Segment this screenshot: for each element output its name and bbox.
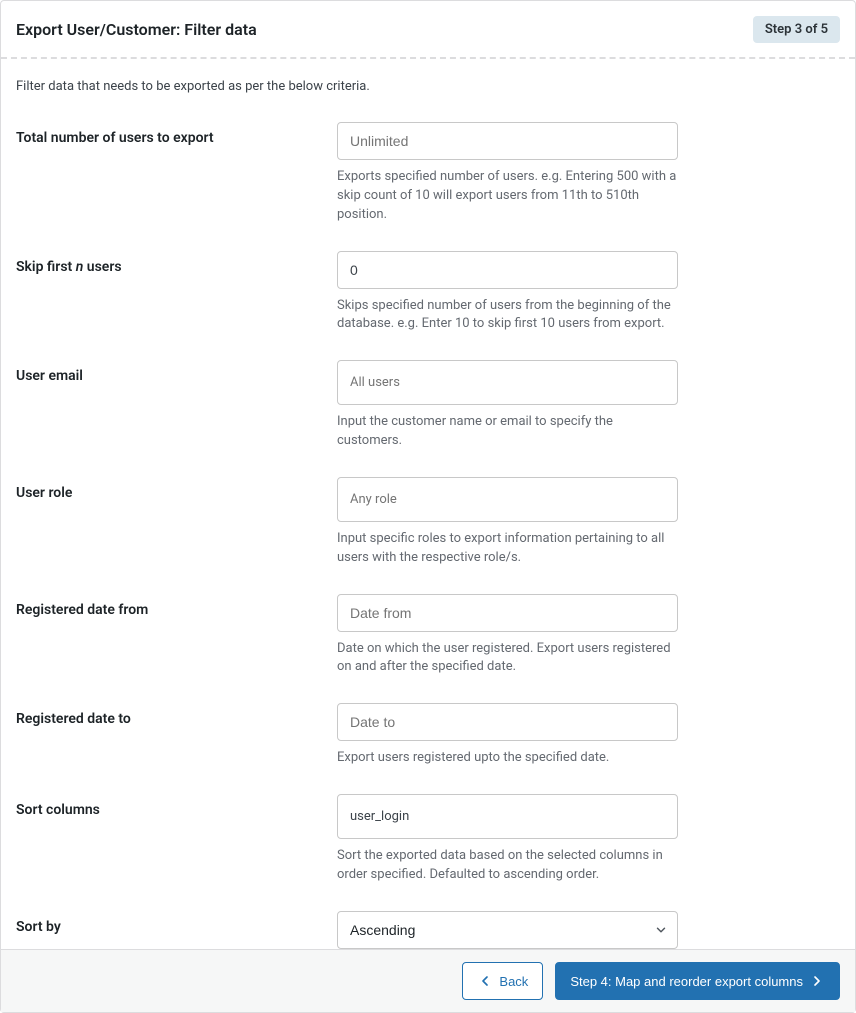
chevron-right-icon [809,973,825,989]
field-row-sort-by: Sort by Ascending Defaulted to Ascending… [16,911,840,949]
skip-count-input[interactable] [337,251,678,289]
next-step-label: Step 4: Map and reorder export columns [570,974,803,989]
control-total: Exports specified number of users. e.g. … [337,122,678,225]
sort-columns-input[interactable]: user_login [337,794,678,839]
label-email: User email [16,360,337,451]
back-button-label: Back [499,974,528,989]
page-description: Filter data that needs to be exported as… [16,79,840,94]
help-sort-cols: Sort the exported data based on the sele… [337,847,678,885]
control-date-to: Export users registered upto the specifi… [337,703,678,768]
sort-column-tag: user_login [350,809,409,824]
step-badge: Step 3 of 5 [753,16,840,43]
label-date-to: Registered date to [16,703,337,768]
help-role: Input specific roles to export informati… [337,530,678,568]
field-row-role: User role Any role Input specific roles … [16,477,840,568]
sort-by-select-wrap: Ascending [337,911,678,949]
panel-footer: Back Step 4: Map and reorder export colu… [1,949,855,1012]
field-row-date-from: Registered date from Date on which the u… [16,594,840,678]
field-row-email: User email All users Input the customer … [16,360,840,451]
chevron-left-icon [477,973,493,989]
user-email-placeholder: All users [350,375,400,390]
date-from-input[interactable] [337,594,678,632]
page-title: Export User/Customer: Filter data [16,20,257,39]
control-sort-cols: user_login Sort the exported data based … [337,794,678,885]
user-email-input[interactable]: All users [337,360,678,405]
label-sort-by: Sort by [16,911,337,949]
label-date-from: Registered date from [16,594,337,678]
help-total: Exports specified number of users. e.g. … [337,168,678,225]
control-skip: Skips specified number of users from the… [337,251,678,335]
label-skip-pre: Skip first [16,259,76,275]
field-row-total: Total number of users to export Exports … [16,122,840,225]
panel-header: Export User/Customer: Filter data Step 3… [1,1,855,59]
total-users-input[interactable] [337,122,678,160]
help-email: Input the customer name or email to spec… [337,413,678,451]
field-row-skip: Skip first n users Skips specified numbe… [16,251,840,335]
label-total: Total number of users to export [16,122,337,225]
label-sort-cols: Sort columns [16,794,337,885]
export-wizard-panel: Export User/Customer: Filter data Step 3… [0,0,856,1013]
date-to-input[interactable] [337,703,678,741]
label-skip-post: users [83,259,121,275]
label-skip: Skip first n users [16,251,337,335]
control-email: All users Input the customer name or ema… [337,360,678,451]
panel-content: Filter data that needs to be exported as… [1,59,855,949]
field-row-sort-cols: Sort columns user_login Sort the exporte… [16,794,840,885]
control-date-from: Date on which the user registered. Expor… [337,594,678,678]
label-role: User role [16,477,337,568]
control-role: Any role Input specific roles to export … [337,477,678,568]
sort-by-select[interactable]: Ascending [337,911,678,949]
help-skip: Skips specified number of users from the… [337,297,678,335]
next-step-button[interactable]: Step 4: Map and reorder export columns [555,962,840,1000]
help-date-from: Date on which the user registered. Expor… [337,640,678,678]
user-role-input[interactable]: Any role [337,477,678,522]
control-sort-by: Ascending Defaulted to Ascending. Applic… [337,911,678,949]
user-role-placeholder: Any role [350,492,397,507]
field-row-date-to: Registered date to Export users register… [16,703,840,768]
back-button[interactable]: Back [462,962,543,1000]
help-date-to: Export users registered upto the specifi… [337,749,678,768]
